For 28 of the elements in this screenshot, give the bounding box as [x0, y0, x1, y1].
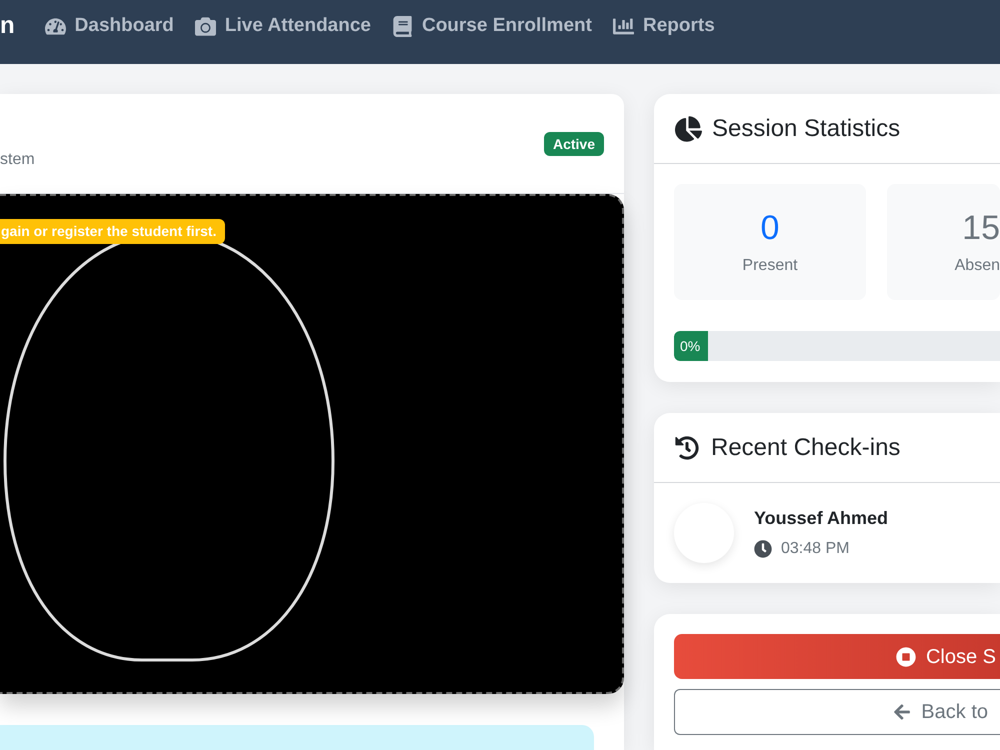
close-session-button[interactable]: Close S: [674, 634, 1000, 679]
progress-fill: 0%: [674, 331, 708, 361]
gauge-icon: [44, 16, 66, 36]
history-icon: [675, 436, 699, 460]
nav-link[interactable]: Live Attendance: [194, 13, 371, 39]
brand-text[interactable]: n: [0, 13, 15, 39]
card-subtitle: stem: [0, 150, 35, 170]
student-name: Youssef Ahmed: [754, 507, 888, 529]
nav-link[interactable]: Reports: [612, 13, 715, 39]
clock-icon: [754, 540, 772, 558]
book-icon: [392, 16, 413, 36]
nav-link[interactable]: Course Enrollment: [392, 13, 592, 39]
stat-value: 15: [962, 208, 1000, 248]
stat-label: Absen: [954, 256, 1000, 276]
pie-chart-icon: [675, 116, 702, 142]
arrow-left-icon: [893, 703, 912, 721]
warning-notice: gain or register the student first.: [0, 219, 226, 244]
card-title: Recent Check-ins: [711, 432, 900, 462]
camera-icon: [194, 16, 216, 36]
back-button[interactable]: Back to: [674, 689, 1000, 735]
stop-icon: [896, 646, 916, 666]
stat-value: 0: [760, 208, 780, 248]
status-badge: Active: [544, 132, 604, 156]
nav-link[interactable]: Dashboard: [44, 13, 174, 39]
bar-chart-icon: [612, 16, 634, 36]
card-title: Session Statistics: [712, 114, 900, 144]
stat-label: Present: [742, 256, 798, 276]
checkin-time: 03:48 PM: [781, 539, 850, 559]
